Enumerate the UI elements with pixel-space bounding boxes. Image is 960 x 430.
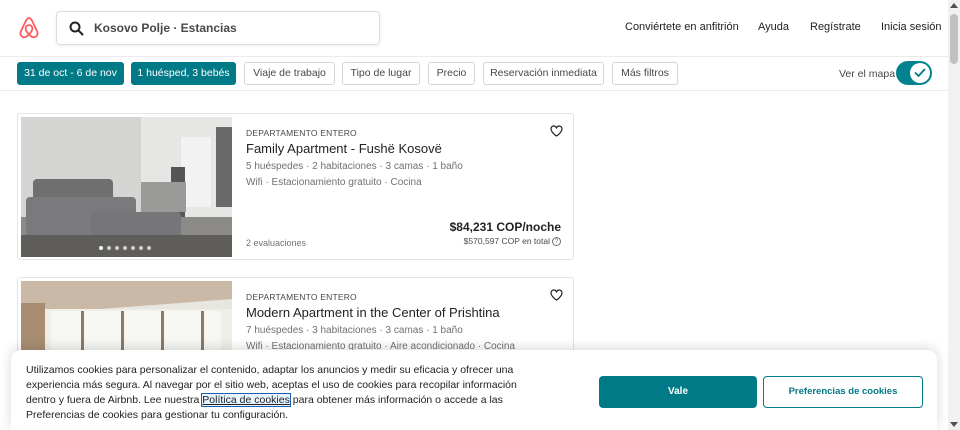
scrollbar-thumb[interactable] — [950, 14, 958, 64]
listing-title[interactable]: Family Apartment - Fushë Kosovë — [246, 141, 442, 156]
scroll-up-arrow-icon[interactable] — [950, 3, 958, 8]
listing-details: 7 huéspedes · 3 habitaciones · 3 camas ·… — [246, 325, 463, 336]
listing-photo[interactable] — [21, 117, 232, 257]
carousel-dot[interactable] — [123, 246, 127, 250]
guests-filter-button[interactable]: 1 huésped, 3 bebés — [131, 62, 236, 85]
carousel-dot[interactable] — [99, 246, 103, 250]
cookie-banner: Utilizamos cookies para personalizar el … — [11, 350, 937, 430]
listing-card[interactable]: DEPARTAMENTO ENTERO Family Apartment - F… — [17, 113, 574, 260]
living-room-image — [21, 117, 232, 257]
work-trip-filter-button[interactable]: Viaje de trabajo — [244, 62, 335, 85]
instant-book-filter-button[interactable]: Reservación inmediata — [483, 62, 604, 85]
carousel-dot[interactable] — [147, 246, 151, 250]
search-box[interactable]: Kosovo Polje · Estancias — [56, 11, 380, 45]
accept-cookies-button[interactable]: Vale — [599, 376, 757, 408]
filter-bar: 31 de oct - 6 de nov 1 huésped, 3 bebés … — [0, 57, 948, 91]
carousel-dot[interactable] — [139, 246, 143, 250]
page-scrollbar[interactable] — [948, 0, 960, 430]
nav-login[interactable]: Inicia sesión — [881, 21, 942, 33]
search-icon — [69, 21, 84, 36]
listing-details: 5 huéspedes · 2 habitaciones · 3 camas ·… — [246, 161, 463, 172]
carousel-dot[interactable] — [107, 246, 111, 250]
toggle-knob — [910, 63, 930, 83]
airbnb-logo-icon[interactable] — [18, 16, 40, 40]
map-toggle-label: Ver el mapa — [839, 68, 896, 80]
review-count[interactable]: 2 evaluaciones — [246, 238, 306, 248]
scroll-down-arrow-icon[interactable] — [950, 422, 958, 427]
total-price: $570,597 COP en total ? — [464, 236, 561, 246]
cookie-text: Utilizamos cookies para personalizar el … — [26, 363, 536, 423]
nav-signup[interactable]: Regístrate — [810, 21, 861, 33]
total-price-text: $570,597 COP en total — [463, 236, 550, 246]
top-header: Kosovo Polje · Estancias Conviértete en … — [0, 0, 948, 57]
checkmark-icon — [914, 68, 926, 77]
property-type: DEPARTAMENTO ENTERO — [246, 292, 357, 302]
cookie-policy-link[interactable]: Política de cookies — [201, 393, 291, 407]
property-type: DEPARTAMENTO ENTERO — [246, 128, 357, 138]
price-filter-button[interactable]: Precio — [428, 62, 475, 85]
cookie-preferences-button[interactable]: Preferencias de cookies — [763, 376, 923, 408]
map-toggle[interactable] — [896, 61, 932, 85]
more-filters-button[interactable]: Más filtros — [612, 62, 678, 85]
search-input[interactable]: Kosovo Polje · Estancias — [94, 21, 237, 35]
photo-carousel-dots[interactable] — [99, 246, 151, 250]
place-type-filter-button[interactable]: Tipo de lugar — [342, 62, 420, 85]
heart-icon[interactable] — [550, 125, 563, 137]
listing-title[interactable]: Modern Apartment in the Center of Prisht… — [246, 305, 500, 320]
heart-icon[interactable] — [550, 289, 563, 301]
nightly-price: $84,231 COP/noche — [449, 220, 561, 234]
nav-help[interactable]: Ayuda — [758, 21, 789, 33]
nav-become-host[interactable]: Conviértete en anfitrión — [625, 21, 739, 33]
dates-filter-button[interactable]: 31 de oct - 6 de nov — [17, 62, 124, 85]
listing-amenities: Wifi · Estacionamiento gratuito · Cocina — [246, 177, 422, 188]
carousel-dot[interactable] — [131, 246, 135, 250]
carousel-dot[interactable] — [115, 246, 119, 250]
help-icon[interactable]: ? — [552, 236, 561, 246]
